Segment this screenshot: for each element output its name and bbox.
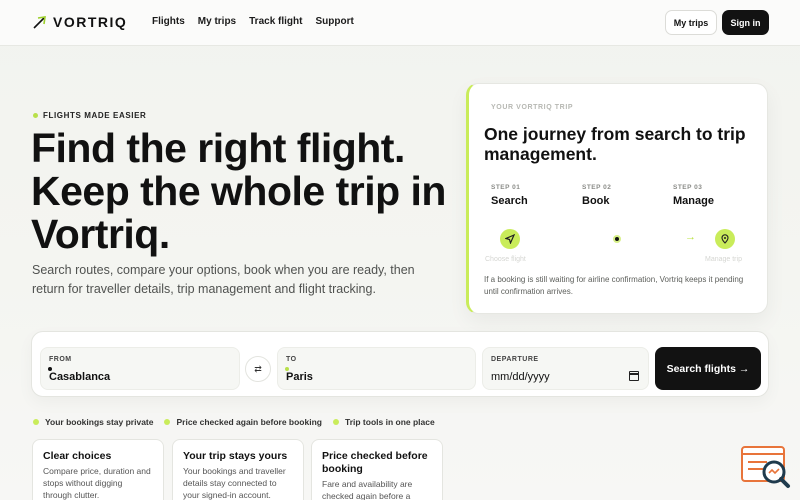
main-nav: Flights My trips Track flight Support xyxy=(152,16,354,27)
departure-date-input[interactable]: mm/dd/yyyy xyxy=(491,371,550,383)
step-name: Book xyxy=(582,195,610,207)
trust-item-label: Trip tools in one place xyxy=(344,417,435,427)
journey-title: One journey from search to trip manageme… xyxy=(484,124,746,164)
journey-card: YOUR VORTRIQ TRIP One journey from searc… xyxy=(466,83,768,314)
trust-item-label: Price checked again before booking xyxy=(176,417,322,427)
step-label: STEP 02 xyxy=(582,184,612,191)
from-input[interactable]: Casablanca xyxy=(49,371,110,383)
journey-faded-right: Manage trip xyxy=(705,256,742,263)
brand-logo[interactable]: VORTRIQ xyxy=(33,14,127,30)
flight-search-form: FROM Casablanca ⇄ TO Paris DEPARTURE mm/… xyxy=(31,331,769,397)
search-flights-button[interactable]: Search flights → xyxy=(655,347,761,390)
hero-eyebrow: FLIGHTS MADE EASIER xyxy=(33,111,146,120)
calendar-icon[interactable] xyxy=(629,371,639,381)
step-label: STEP 01 xyxy=(491,184,521,191)
step-search: STEP 01 Search xyxy=(491,184,528,207)
feature-card-text: Fare and availability are checked again … xyxy=(322,479,413,500)
feature-card-title: Your trip stays yours xyxy=(183,450,288,462)
from-field[interactable]: FROM Casablanca xyxy=(40,347,240,390)
navigation-arrow-icon xyxy=(500,229,520,249)
step-label: STEP 03 xyxy=(673,184,703,191)
trust-row: Your bookings stay private Price checked… xyxy=(33,417,435,427)
hero-eyebrow-text: FLIGHTS MADE EASIER xyxy=(43,111,147,120)
feature-card-title: Clear choices xyxy=(43,450,112,462)
journey-note: If a booking is still waiting for airlin… xyxy=(484,275,744,296)
to-label: TO xyxy=(286,356,297,363)
feature-card: Clear choices Compare price, duration an… xyxy=(32,439,164,500)
my-trips-button[interactable]: My trips xyxy=(665,10,717,35)
hero-title: Find the right flight. Keep the whole tr… xyxy=(31,125,446,257)
feature-card-text: Your bookings and traveller details stay… xyxy=(183,466,286,500)
journey-eyebrow: YOUR VORTRIQ TRIP xyxy=(491,104,574,111)
bullet-dot-icon xyxy=(33,419,39,425)
progress-dot-icon xyxy=(613,235,621,243)
departure-label: DEPARTURE xyxy=(491,356,539,363)
trust-item: Trip tools in one place xyxy=(332,417,435,427)
trust-item-label: Your bookings stay private xyxy=(45,417,154,427)
feature-card: Your trip stays yours Your bookings and … xyxy=(172,439,304,500)
trust-item: Price checked again before booking xyxy=(164,417,322,427)
nav-support[interactable]: Support xyxy=(315,16,353,27)
brand-name: VORTRIQ xyxy=(53,14,128,30)
plane-logo-icon xyxy=(33,16,46,29)
nav-my-trips[interactable]: My trips xyxy=(198,16,236,27)
search-widget-icon[interactable] xyxy=(741,446,791,494)
location-pin-icon xyxy=(715,229,735,249)
feature-card-title: Price checked before booking xyxy=(322,450,428,475)
journey-faded-left: Choose flight xyxy=(485,256,526,263)
to-input[interactable]: Paris xyxy=(286,371,313,383)
swap-icon: ⇄ xyxy=(254,363,262,374)
departure-field[interactable]: DEPARTURE mm/dd/yyyy xyxy=(482,347,649,390)
trust-item: Your bookings stay private xyxy=(33,417,153,427)
step-name: Search xyxy=(491,195,528,207)
arrow-right-icon: → xyxy=(685,231,696,243)
swap-route-button[interactable]: ⇄ xyxy=(245,356,271,382)
nav-flights[interactable]: Flights xyxy=(152,16,185,27)
eyebrow-dot-icon xyxy=(33,113,38,118)
to-field[interactable]: TO Paris xyxy=(277,347,476,390)
step-manage: STEP 03 Manage xyxy=(673,184,714,207)
bullet-dot-icon xyxy=(332,419,339,425)
feature-card-text: Compare price, duration and stops withou… xyxy=(43,466,151,500)
step-book: STEP 02 Book xyxy=(582,184,611,207)
hero-subtitle: Search routes, compare your options, boo… xyxy=(32,263,415,296)
nav-track-flight[interactable]: Track flight xyxy=(249,16,302,27)
from-label: FROM xyxy=(49,356,72,363)
feature-card: Price checked before booking Fare and av… xyxy=(311,439,443,500)
sign-in-button[interactable]: Sign in xyxy=(722,10,769,35)
step-name: Manage xyxy=(673,195,714,207)
bullet-dot-icon xyxy=(164,419,171,425)
site-header: VORTRIQ Flights My trips Track flight Su… xyxy=(0,0,800,46)
